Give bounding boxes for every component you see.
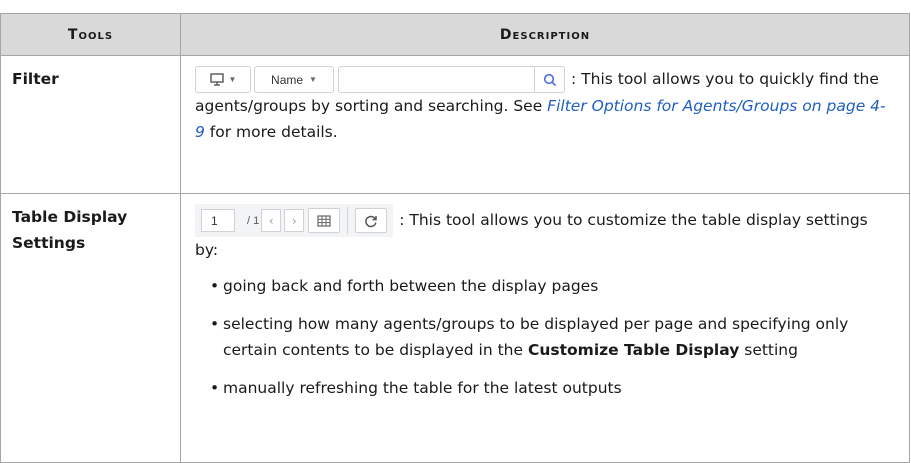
filter-toolbar-image: ▼ Name ▼ <box>195 66 565 93</box>
page-number-input: 1 <box>201 209 235 232</box>
chevron-down-icon: ▼ <box>309 74 317 84</box>
tools-table: Tools Description Filter ▼ Name ▼: This… <box>0 13 910 463</box>
filter-text-after: for more details. <box>204 123 338 141</box>
filter-description: ▼ Name ▼ : This tool allows you to quick… <box>180 55 910 194</box>
header-description: Description <box>180 13 910 56</box>
toolbar-divider <box>347 207 349 234</box>
refresh-icon <box>355 208 388 233</box>
monitor-icon <box>209 73 224 86</box>
bullet-text-post: setting <box>739 341 798 359</box>
header-tools: Tools <box>0 13 181 56</box>
previous-page-icon: ‹ <box>261 209 282 232</box>
bullet-text: going back and forth between the display… <box>223 277 599 295</box>
tool-name-filter: Filter <box>0 55 181 194</box>
table-grid-icon <box>308 208 341 233</box>
header-row: Tools Description <box>0 13 910 56</box>
search-input <box>338 66 535 93</box>
device-type-dropdown: ▼ <box>195 66 251 93</box>
table-row: Table Display Settings 1 / 1 ‹ ›: This … <box>0 193 910 463</box>
list-item: manually refreshing the table for the la… <box>210 375 895 401</box>
pager-toolbar-image: 1 / 1 ‹ › <box>195 204 394 237</box>
bullet-text: manually refreshing the table for the la… <box>223 379 622 397</box>
next-page-icon: › <box>284 209 305 232</box>
tool-name-table-display: Table Display Settings <box>0 193 181 463</box>
name-dropdown: Name ▼ <box>254 66 334 93</box>
table-row: Filter ▼ Name ▼: This tool allows you t… <box>0 55 910 194</box>
settings-bullet-list: going back and forth between the display… <box>195 273 895 401</box>
search-icon <box>543 73 556 86</box>
table-display-description: 1 / 1 ‹ ›: This tool allows you to cust… <box>180 193 910 463</box>
search-button <box>535 66 565 93</box>
list-item: selecting how many agents/groups to be d… <box>210 311 895 363</box>
page-total: / 1 <box>247 214 260 227</box>
chevron-down-icon: ▼ <box>228 74 237 84</box>
bullet-text-bold: Customize Table Display <box>527 341 740 359</box>
name-dropdown-label: Name <box>271 72 304 87</box>
list-item: going back and forth between the display… <box>210 273 895 299</box>
